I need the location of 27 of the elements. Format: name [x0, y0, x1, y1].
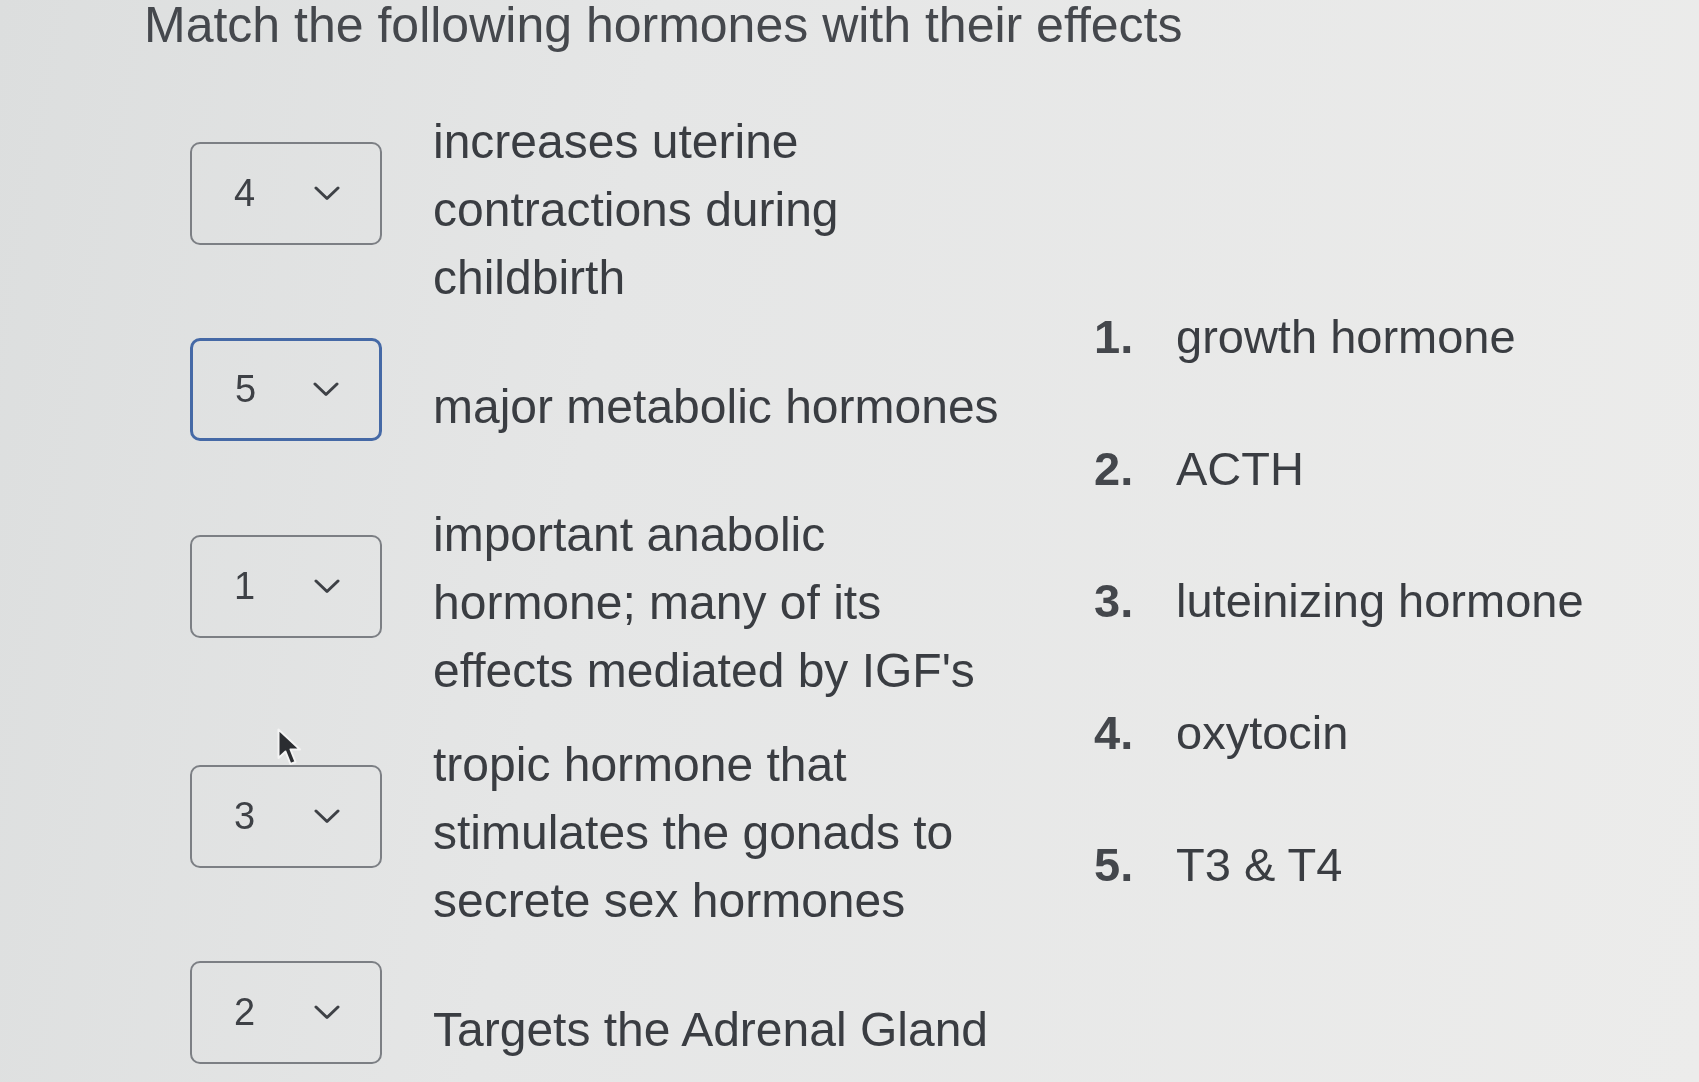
- chevron-down-icon: [314, 808, 340, 824]
- effect-description: tropic hormone that stimulates the gonads to secrete sex hormones: [433, 737, 955, 929]
- chevron-down-icon: [313, 382, 339, 397]
- list-number: 4.: [1094, 705, 1135, 761]
- effect-description: increases uterine contractions during childbirth: [433, 114, 840, 306]
- hormone-name: T3 & T4: [1176, 837, 1343, 893]
- list-number: 3.: [1094, 573, 1135, 629]
- mouse-pointer-icon: [277, 728, 303, 768]
- question-title: Match the following hormones with their effects: [144, 0, 1183, 50]
- answer-dropdown[interactable]: 1: [190, 534, 382, 638]
- hormone-name: luteinizing hormone: [1176, 573, 1584, 629]
- effect-description: important anabolic hormone; many of its effects mediated by IGF's: [433, 507, 976, 699]
- list-number: 1.: [1094, 309, 1135, 365]
- hormone-name: oxytocin: [1176, 705, 1349, 761]
- list-number: 2.: [1094, 441, 1135, 497]
- list-number: 5.: [1094, 837, 1135, 893]
- chevron-down-icon: [314, 1005, 340, 1020]
- effect-description: major metabolic hormones: [433, 378, 1000, 435]
- hormone-name: ACTH: [1176, 441, 1304, 497]
- answer-dropdown[interactable]: 3: [190, 764, 382, 868]
- chevron-down-icon: [314, 185, 340, 201]
- chevron-down-icon: [314, 578, 340, 594]
- answer-dropdown[interactable]: 4: [190, 141, 382, 245]
- answer-dropdown[interactable]: 5: [190, 338, 382, 441]
- answer-dropdown[interactable]: 2: [190, 961, 382, 1064]
- effect-description: Targets the Adrenal Gland: [433, 1001, 990, 1058]
- hormone-name: growth hormone: [1176, 309, 1516, 365]
